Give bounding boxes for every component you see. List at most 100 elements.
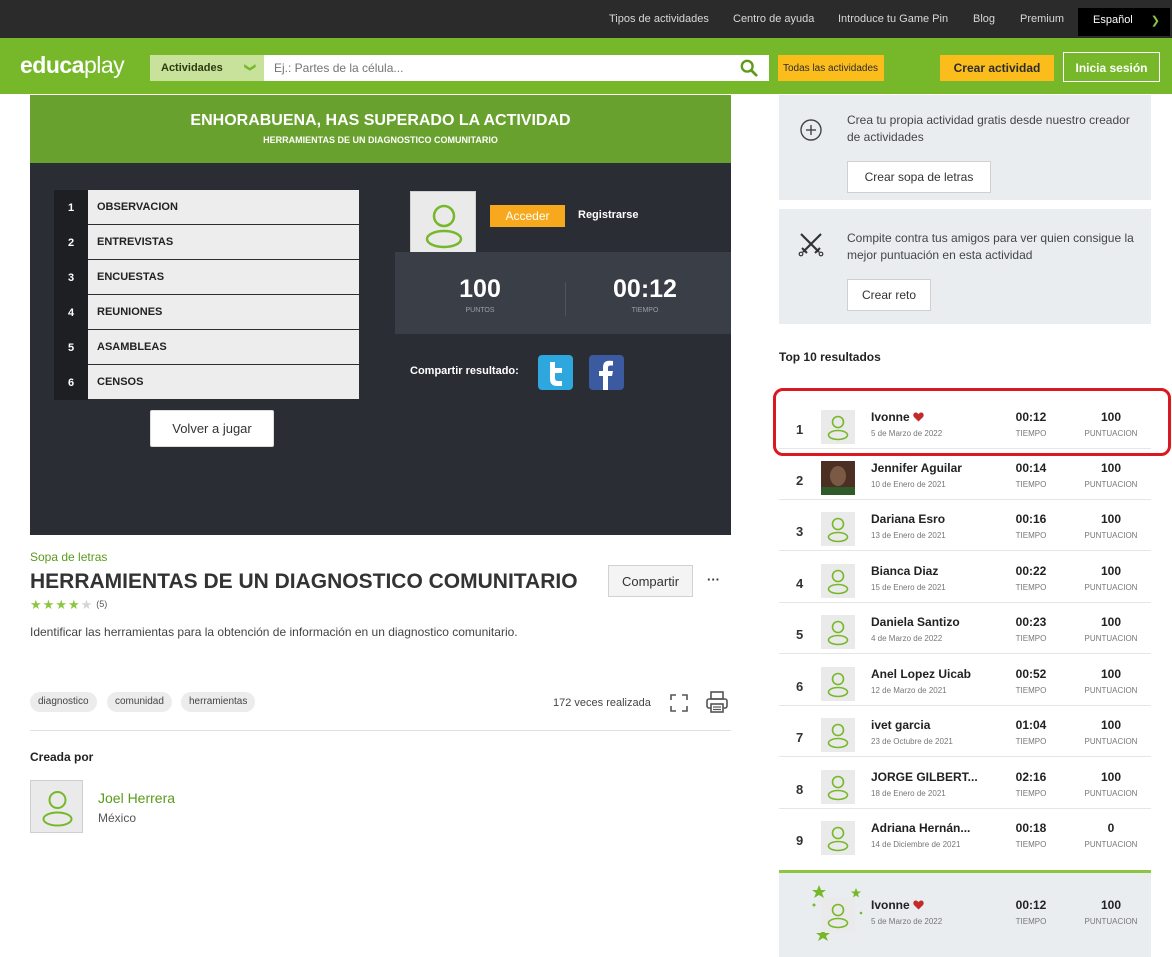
leaderboard-row[interactable]: 5 Daniela Santizo 4 de Marzo de 2022 00:… bbox=[779, 610, 1151, 654]
points-value: 100 bbox=[459, 275, 501, 303]
twitter-share-button[interactable] bbox=[538, 355, 573, 390]
tag-chip[interactable]: herramientas bbox=[181, 692, 256, 712]
score-divider bbox=[565, 282, 566, 316]
educaplay-logo[interactable]: educaplay bbox=[20, 52, 125, 79]
rating-stars[interactable]: ★★★★★ (5) bbox=[30, 597, 107, 613]
user-avatar bbox=[821, 667, 855, 701]
word-label: OBSERVACION bbox=[88, 190, 359, 224]
rank-number: 7 bbox=[796, 730, 804, 745]
time-label: TIEMPO bbox=[1015, 917, 1047, 926]
result-score: 100 bbox=[1100, 564, 1122, 578]
author-country: México bbox=[98, 811, 137, 825]
print-icon[interactable] bbox=[705, 690, 729, 714]
time-value: 00:12 bbox=[613, 275, 677, 303]
result-date: 18 de Enero de 2021 bbox=[871, 789, 946, 798]
register-link[interactable]: Registrarse bbox=[578, 209, 639, 221]
author-avatar[interactable] bbox=[30, 780, 83, 833]
rank-number: 6 bbox=[796, 679, 804, 694]
leaderboard-row[interactable]: 3 Dariana Esro 13 de Enero de 2021 00:16… bbox=[779, 507, 1151, 551]
share-button[interactable]: Compartir bbox=[608, 565, 693, 597]
nav-centro-ayuda[interactable]: Centro de ayuda bbox=[733, 13, 814, 25]
tag-chip[interactable]: diagnostico bbox=[30, 692, 97, 712]
result-score: 100 bbox=[1100, 770, 1122, 784]
nav-game-pin[interactable]: Introduce tu Game Pin bbox=[838, 13, 948, 25]
search-icon[interactable] bbox=[740, 59, 758, 77]
player-name-text: Ivonne bbox=[871, 898, 910, 912]
all-activities-button[interactable]: Todas las actividades bbox=[778, 55, 884, 81]
my-result-row[interactable]: Ivonne 5 de Marzo de 2022 00:12 TIEMPO 1… bbox=[779, 885, 1151, 941]
result-date: 5 de Marzo de 2022 bbox=[871, 917, 943, 926]
replay-button[interactable]: Volver a jugar bbox=[150, 410, 274, 447]
nav-premium[interactable]: Premium bbox=[1020, 13, 1064, 25]
leaderboard-row[interactable]: 8 JORGE GILBERT... 18 de Enero de 2021 0… bbox=[779, 765, 1151, 809]
word-list: 1 OBSERVACION 2 ENTREVISTAS 3 ENCUESTAS 4 RE… bbox=[54, 190, 359, 400]
result-score: 100 bbox=[1100, 718, 1122, 732]
user-icon bbox=[827, 517, 849, 543]
activities-dropdown[interactable]: Actividades ❯ bbox=[150, 55, 264, 81]
leaderboard-row[interactable]: 6 Anel Lopez Uicab 12 de Marzo de 2021 0… bbox=[779, 662, 1151, 706]
congrats-subtitle: HERRAMIENTAS DE UN DIAGNOSTICO COMUNITAR… bbox=[263, 135, 498, 145]
word-number: 3 bbox=[54, 260, 88, 295]
time-label: TIEMPO bbox=[1015, 583, 1047, 592]
activity-category[interactable]: Sopa de letras bbox=[30, 550, 107, 564]
star-filled-icon: ★ bbox=[67, 597, 81, 612]
score-label: PUNTUACION bbox=[1084, 480, 1138, 489]
more-options-button[interactable]: ··· bbox=[707, 572, 720, 587]
player-name: Dariana Esro bbox=[871, 512, 946, 526]
nav-tipos-actividades[interactable]: Tipos de actividades bbox=[609, 13, 709, 25]
word-label: ENTREVISTAS bbox=[88, 225, 359, 259]
word-label: ASAMBLEAS bbox=[88, 330, 359, 364]
word-item: 5 ASAMBLEAS bbox=[54, 330, 359, 365]
result-score: 100 bbox=[1100, 461, 1122, 475]
leaderboard-row[interactable]: 4 Bianca Diaz 15 de Enero de 2021 00:22 … bbox=[779, 559, 1151, 603]
result-time: 00:16 bbox=[1015, 512, 1047, 526]
word-item: 3 ENCUESTAS bbox=[54, 260, 359, 295]
result-score: 0 bbox=[1107, 821, 1115, 835]
score-label: PUNTUACION bbox=[1084, 634, 1138, 643]
user-avatar bbox=[821, 512, 855, 546]
result-score: 100 bbox=[1100, 667, 1122, 681]
score-label: PUNTUACION bbox=[1084, 917, 1138, 926]
logo-part-a: educa bbox=[20, 52, 84, 78]
player-name: Ivonne bbox=[871, 898, 924, 912]
score-label: PUNTUACION bbox=[1084, 686, 1138, 695]
create-activity-text: Crea tu propia actividad gratis desde nu… bbox=[847, 113, 1130, 144]
result-date: 23 de Octubre de 2021 bbox=[871, 737, 953, 746]
top-nav: Tipos de actividades Centro de ayuda Int… bbox=[0, 0, 1172, 38]
user-icon bbox=[425, 204, 463, 249]
result-time: 00:12 bbox=[1015, 898, 1047, 912]
leaderboard-row[interactable]: 2 Jennifer Aguilar 10 de Enero de 2021 0… bbox=[779, 456, 1151, 500]
word-number: 6 bbox=[54, 365, 88, 400]
word-item: 4 REUNIONES bbox=[54, 295, 359, 330]
time-label: TIEMPO bbox=[1015, 686, 1047, 695]
create-wordsearch-button[interactable]: Crear sopa de letras bbox=[847, 161, 991, 193]
score-label: PUNTUACION bbox=[1084, 583, 1138, 592]
facebook-share-button[interactable] bbox=[589, 355, 624, 390]
word-number: 5 bbox=[54, 330, 88, 365]
login-button[interactable]: Inicia sesión bbox=[1063, 52, 1160, 82]
tag-chip[interactable]: comunidad bbox=[107, 692, 172, 712]
search-input[interactable] bbox=[264, 55, 769, 81]
fullscreen-icon[interactable] bbox=[669, 693, 689, 713]
score-label: PUNTUACION bbox=[1084, 840, 1138, 849]
star-filled-icon: ★ bbox=[30, 597, 43, 612]
create-activity-button[interactable]: Crear actividad bbox=[940, 55, 1054, 81]
twitter-icon bbox=[550, 362, 562, 386]
star-filled-icon: ★ bbox=[55, 597, 68, 612]
author-name[interactable]: Joel Herrera bbox=[98, 790, 175, 806]
leaderboard-row[interactable]: 7 ivet garcia 23 de Octubre de 2021 01:0… bbox=[779, 713, 1151, 757]
language-selector[interactable]: Español ❯ bbox=[1078, 8, 1170, 36]
highlight-annotation bbox=[773, 388, 1171, 456]
activity-title: HERRAMIENTAS DE UN DIAGNOSTICO COMUNITAR… bbox=[30, 570, 578, 593]
user-avatar bbox=[821, 898, 855, 932]
congrats-title: ENHORABUENA, HAS SUPERADO LA ACTIVIDAD bbox=[190, 112, 571, 129]
activity-description: Identificar las herramientas para la obt… bbox=[30, 625, 518, 639]
create-challenge-button[interactable]: Crear reto bbox=[847, 279, 931, 311]
acceder-button[interactable]: Acceder bbox=[490, 205, 565, 227]
leaderboard-row[interactable]: 9 Adriana Hernán... 14 de Diciembre de 2… bbox=[779, 816, 1151, 860]
word-item: 2 ENTREVISTAS bbox=[54, 225, 359, 260]
result-time: 00:23 bbox=[1015, 615, 1047, 629]
result-time: 02:16 bbox=[1015, 770, 1047, 784]
nav-blog[interactable]: Blog bbox=[973, 13, 995, 25]
player-avatar[interactable] bbox=[410, 191, 476, 257]
